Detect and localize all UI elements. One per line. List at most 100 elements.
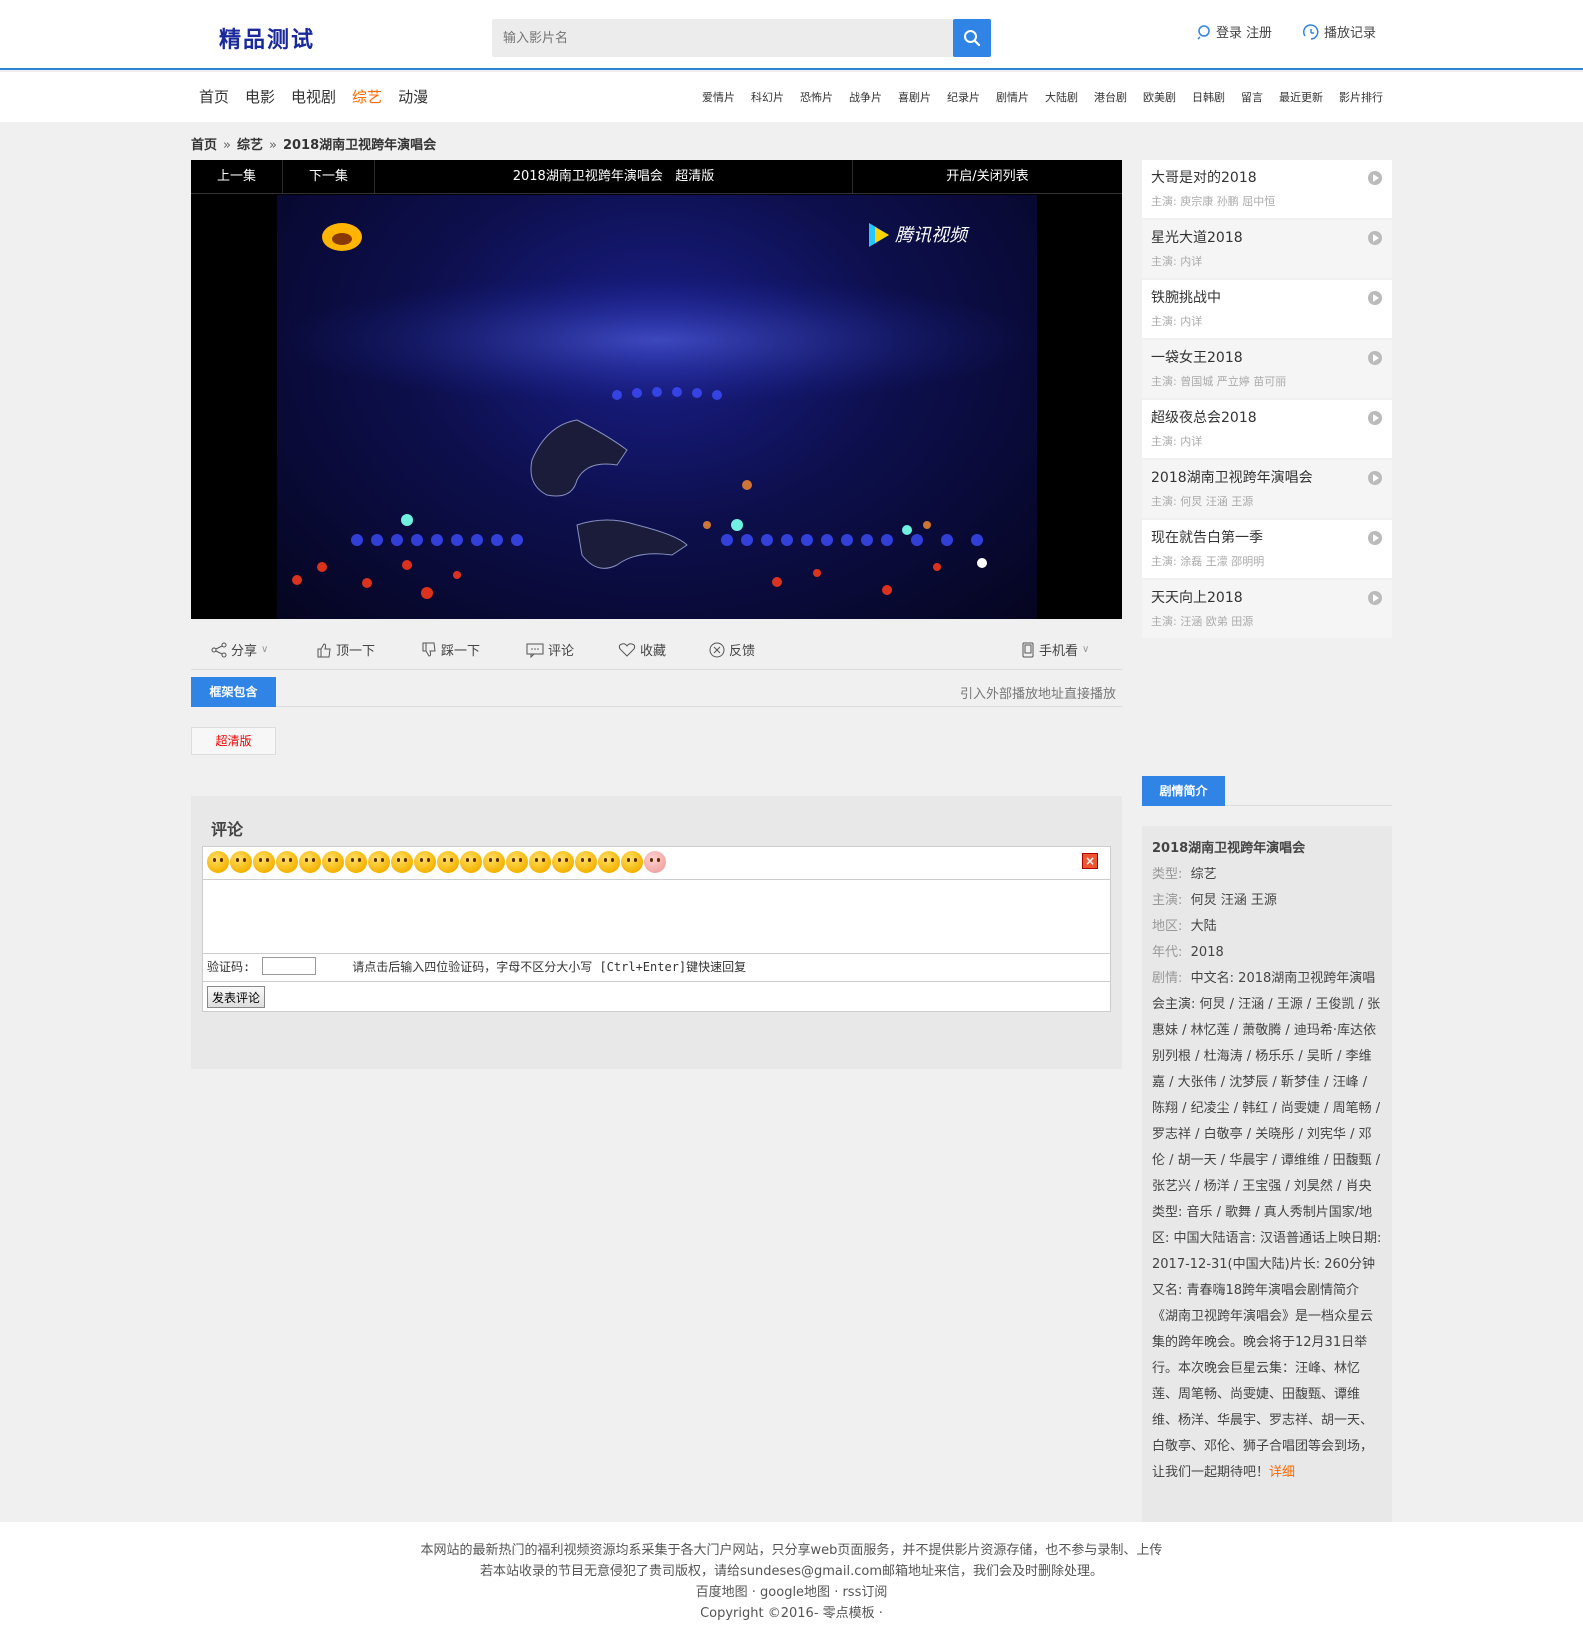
login-link[interactable]: 登录 [1216, 22, 1242, 41]
emoji-icon[interactable] [391, 851, 413, 873]
nav-item-variety[interactable]: 综艺 [352, 86, 382, 107]
sub-nav-item[interactable]: 大陆剧 [1045, 89, 1078, 105]
search-input[interactable] [492, 19, 952, 57]
list-item[interactable]: 2018湖南卫视跨年演唱会 主演: 何炅 汪涵 王源 [1142, 460, 1392, 518]
play-icon[interactable] [1368, 471, 1382, 485]
play-icon[interactable] [1368, 231, 1382, 245]
sub-nav-item[interactable]: 留言 [1241, 89, 1263, 105]
nav-item-tv[interactable]: 电视剧 [291, 86, 336, 107]
comment-textarea[interactable] [203, 880, 1110, 953]
video-player: 上一集 下一集 2018湖南卫视跨年演唱会 超清版 开启/关闭列表 腾讯视频 [191, 160, 1122, 619]
action-bar: 分享 ∨ 顶一下 踩一下 评论 收藏 反馈 手机看 ∨ [191, 630, 1122, 670]
more-link[interactable]: 详细 [1269, 1465, 1295, 1480]
register-link[interactable]: 注册 [1246, 22, 1272, 41]
sub-nav-item[interactable]: 爱情片 [702, 89, 735, 105]
emoji-icon[interactable] [299, 851, 321, 873]
sub-nav-item[interactable]: 欧美剧 [1143, 89, 1176, 105]
year-value[interactable]: 2018 [1191, 945, 1224, 960]
toggle-list-button[interactable]: 开启/关闭列表 [853, 160, 1122, 193]
sub-nav-item[interactable]: 港台剧 [1094, 89, 1127, 105]
list-item[interactable]: 一袋女王2018 主演: 曾国城 严立婷 苗可丽 [1142, 340, 1392, 398]
emoji-icon[interactable] [253, 851, 275, 873]
sub-nav-item[interactable]: 最近更新 [1279, 89, 1323, 105]
play-icon[interactable] [1368, 591, 1382, 605]
emoji-icon[interactable] [506, 851, 528, 873]
submit-comment-button[interactable]: 发表评论 [207, 986, 266, 1008]
footer-copyright-notice: 若本站收录的节目无意侵犯了贵司版权，请给sundeses@gmail.com邮箱… [479, 1564, 1104, 1579]
intro-tabs: 剧情简介 [1142, 776, 1392, 806]
list-item[interactable]: 超级夜总会2018 主演: 内详 [1142, 400, 1392, 458]
favorite-button[interactable]: 收藏 [618, 640, 666, 659]
cast-names: 涂磊 王濛 邵明明 [1180, 555, 1265, 568]
emoji-icon[interactable] [621, 851, 643, 873]
nav-item-anime[interactable]: 动漫 [398, 86, 428, 107]
emoji-icon[interactable] [368, 851, 390, 873]
footer-disclaimer: 本网站的最新热门的福利视频资源均系采集于各大门户网站，只分享web页面服务，并不… [420, 1543, 1163, 1558]
emoji-icon[interactable] [345, 851, 367, 873]
history-link[interactable]: 播放记录 [1302, 22, 1376, 41]
play-icon[interactable] [1368, 171, 1382, 185]
type-value[interactable]: 综艺 [1191, 867, 1217, 882]
list-item[interactable]: 天天向上2018 主演: 汪涵 欧弟 田源 [1142, 580, 1392, 638]
play-icon[interactable] [1368, 411, 1382, 425]
history-label: 播放记录 [1324, 26, 1377, 41]
sub-nav-item[interactable]: 纪录片 [947, 89, 980, 105]
emoji-icon[interactable] [529, 851, 551, 873]
breadcrumb-category[interactable]: 综艺 [237, 138, 263, 153]
like-button[interactable]: 顶一下 [316, 640, 375, 659]
sub-nav-item[interactable]: 科幻片 [751, 89, 784, 105]
emoji-icon[interactable] [276, 851, 298, 873]
emoji-icon[interactable] [414, 851, 436, 873]
nav-item-movie[interactable]: 电影 [245, 86, 275, 107]
emoji-icon[interactable] [437, 851, 459, 873]
close-icon[interactable]: × [1082, 853, 1098, 869]
list-item[interactable]: 大哥是对的2018 主演: 庾宗康 孙鹏 屈中恒 [1142, 160, 1392, 218]
comment-button[interactable]: 评论 [526, 640, 574, 659]
captcha-input[interactable] [262, 957, 317, 975]
sub-nav-item[interactable]: 战争片 [849, 89, 882, 105]
footer-links[interactable]: 百度地图 · google地图 · rss订阅 [0, 1582, 1583, 1603]
emoji-icon[interactable] [575, 851, 597, 873]
list-item[interactable]: 现在就告白第一季 主演: 涂磊 王濛 邵明明 [1142, 520, 1392, 578]
captcha-row: 验证码: 请点击后输入四位验证码，字母不区分大小写 [Ctrl+Enter]键快… [207, 957, 1107, 975]
sub-nav-item[interactable]: 日韩剧 [1192, 89, 1225, 105]
dislike-button[interactable]: 踩一下 [421, 640, 480, 659]
list-item-cast: 主演: 汪涵 欧弟 田源 [1151, 613, 1253, 629]
sub-nav-item[interactable]: 影片排行 [1339, 89, 1383, 105]
play-icon[interactable] [1368, 351, 1382, 365]
list-item[interactable]: 铁腕挑战中 主演: 内详 [1142, 280, 1392, 338]
emoji-icon[interactable] [460, 851, 482, 873]
region-value[interactable]: 大陆 [1191, 919, 1217, 934]
sub-nav-item[interactable]: 喜剧片 [898, 89, 931, 105]
quality-button[interactable]: 超清版 [191, 727, 276, 755]
list-item-cast: 主演: 内详 [1151, 433, 1202, 449]
emoji-icon[interactable] [644, 851, 666, 873]
emoji-icon[interactable] [598, 851, 620, 873]
emoji-icon[interactable] [230, 851, 252, 873]
site-logo[interactable]: 精品测试 [219, 22, 315, 54]
tab-synopsis[interactable]: 剧情简介 [1142, 776, 1225, 806]
emoji-icon[interactable] [322, 851, 344, 873]
list-item[interactable]: 星光大道2018 主演: 内详 [1142, 220, 1392, 278]
cast-label: 主演: [1151, 615, 1177, 628]
share-button[interactable]: 分享 ∨ [211, 640, 268, 659]
sub-nav-item[interactable]: 剧情片 [996, 89, 1029, 105]
breadcrumb-home[interactable]: 首页 [191, 138, 217, 153]
tab-frame-embed[interactable]: 框架包含 [191, 677, 276, 707]
sub-nav-item[interactable]: 恐怖片 [800, 89, 833, 105]
emoji-icon[interactable] [552, 851, 574, 873]
cast-names: 内详 [1180, 255, 1203, 268]
next-episode-button[interactable]: 下一集 [283, 160, 375, 193]
play-icon[interactable] [1368, 291, 1382, 305]
emoji-icon[interactable] [207, 851, 229, 873]
prev-episode-button[interactable]: 上一集 [191, 160, 283, 193]
search-button[interactable] [953, 19, 991, 57]
play-icon[interactable] [1368, 531, 1382, 545]
feedback-button[interactable]: 反馈 [709, 640, 755, 659]
video-frame[interactable]: 腾讯视频 [277, 195, 1037, 619]
emoji-icon[interactable] [483, 851, 505, 873]
cast-label: 主演: [1151, 495, 1177, 508]
cast-value[interactable]: 何炅 汪涵 王源 [1191, 893, 1277, 908]
mobile-watch-button[interactable]: 手机看 ∨ [1021, 640, 1089, 659]
nav-item-home[interactable]: 首页 [199, 86, 229, 107]
